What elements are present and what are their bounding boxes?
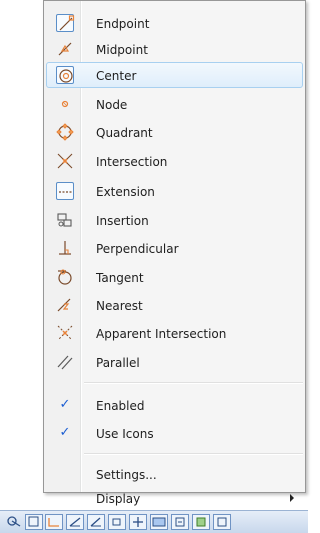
- menu-item-label: Extension: [96, 185, 155, 199]
- menu-item-label: Intersection: [96, 155, 168, 169]
- menu-item-label: Insertion: [96, 214, 149, 228]
- ucs-toggle-icon[interactable]: [108, 514, 126, 530]
- extension-icon: [56, 182, 74, 200]
- menu-item-center[interactable]: Center: [46, 62, 303, 88]
- menu-item-label: Settings...: [96, 468, 157, 482]
- menu-item-insertion[interactable]: Insertion: [46, 207, 303, 233]
- menu-item-nearest[interactable]: Nearest: [46, 292, 303, 318]
- menu-separator: [84, 382, 303, 384]
- menu-item-use-icons[interactable]: ✓ Use Icons: [46, 420, 303, 446]
- submenu-arrow-icon: [290, 494, 294, 502]
- checkmark-icon: ✓: [59, 397, 71, 412]
- quick-properties-icon[interactable]: [171, 514, 189, 530]
- center-icon: [56, 66, 74, 84]
- menu-item-label: Tangent: [96, 271, 144, 285]
- menu-item-extension[interactable]: Extension: [46, 178, 303, 204]
- osnap-tracking-icon[interactable]: [87, 514, 105, 530]
- nearest-icon: [56, 296, 74, 314]
- menu-item-parallel[interactable]: Parallel: [46, 349, 303, 375]
- selection-cycling-icon[interactable]: [192, 514, 210, 530]
- midpoint-icon: [56, 40, 74, 58]
- lineweight-icon[interactable]: [150, 514, 168, 530]
- menu-item-label: Midpoint: [96, 43, 148, 57]
- menu-item-label: Node: [96, 98, 128, 112]
- intersection-icon: [56, 152, 74, 170]
- menu-item-node[interactable]: Node: [46, 91, 303, 117]
- ortho-toggle-icon[interactable]: [45, 514, 63, 530]
- menu-item-apparent-intersection[interactable]: Apparent Intersection: [46, 320, 303, 346]
- menu-item-label: Apparent Intersection: [96, 327, 227, 341]
- tangent-icon: [56, 268, 74, 286]
- toolbar-more-icon[interactable]: [213, 514, 231, 530]
- menu-item-enabled[interactable]: ✓ Enabled: [46, 392, 303, 418]
- menu-item-label: Nearest: [96, 299, 143, 313]
- menu-item-label: Display: [96, 492, 141, 506]
- menu-item-intersection[interactable]: Intersection: [46, 148, 303, 174]
- apparent-intersection-icon: [56, 324, 74, 342]
- menu-item-quadrant[interactable]: Quadrant: [46, 119, 303, 145]
- quadrant-icon: [56, 123, 74, 141]
- menu-item-label: Perpendicular: [96, 242, 179, 256]
- checkmark-icon: ✓: [59, 425, 71, 440]
- insertion-icon: [56, 211, 74, 229]
- endpoint-icon: [56, 14, 75, 32]
- menu-item-label: Parallel: [96, 356, 140, 370]
- menu-item-midpoint[interactable]: Midpoint: [46, 36, 303, 62]
- menu-item-perpendicular[interactable]: Perpendicular: [46, 235, 303, 261]
- menu-item-label: Endpoint: [96, 17, 150, 31]
- menu-item-tangent[interactable]: Tangent: [46, 264, 303, 290]
- grid-toggle-icon[interactable]: [25, 514, 43, 530]
- menu-item-label: Use Icons: [96, 427, 154, 441]
- parallel-icon: [56, 353, 74, 371]
- polar-toggle-icon[interactable]: [66, 514, 84, 530]
- snap-mode-icon[interactable]: [5, 514, 23, 530]
- menu-item-settings[interactable]: Settings...: [46, 461, 303, 487]
- menu-item-label: Quadrant: [96, 126, 153, 140]
- menu-item-endpoint[interactable]: Endpoint: [46, 10, 303, 36]
- dynamic-input-icon[interactable]: [129, 514, 147, 530]
- object-snap-context-menu: Endpoint Midpoint Center Node Quadrant I…: [43, 0, 306, 506]
- menu-item-label: Center: [96, 69, 137, 83]
- node-icon: [56, 95, 74, 113]
- perpendicular-icon: [56, 239, 74, 257]
- menu-item-display[interactable]: Display: [46, 487, 303, 509]
- status-bar-toolbar: [0, 510, 308, 533]
- menu-item-label: Enabled: [96, 399, 145, 413]
- menu-separator: [84, 453, 303, 455]
